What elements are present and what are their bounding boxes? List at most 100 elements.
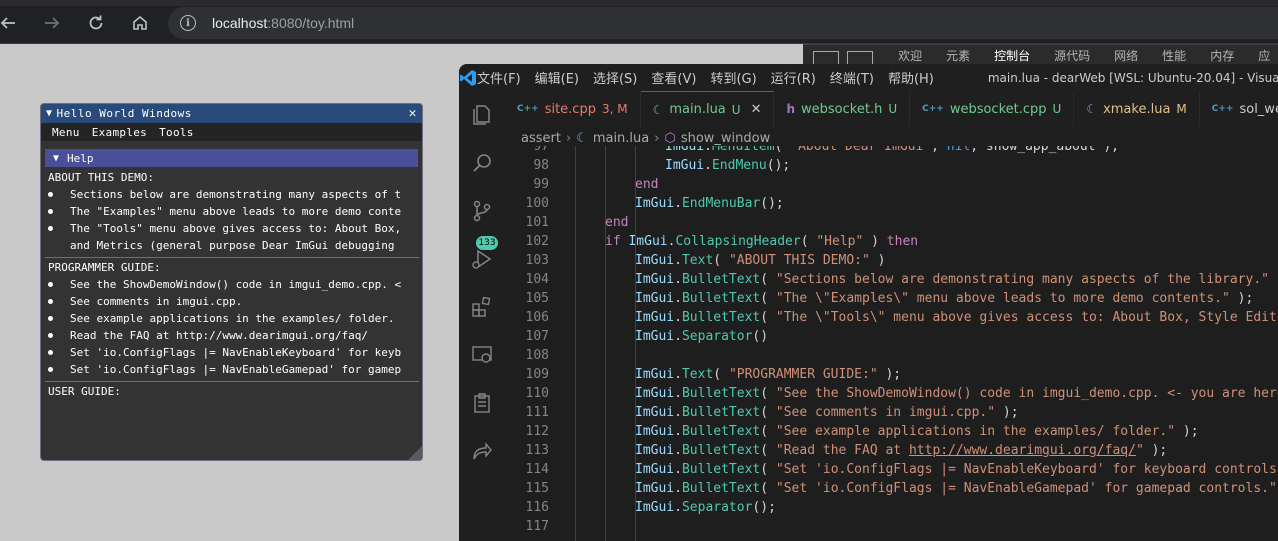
vscode-menu-item[interactable]: 运行(R) — [771, 72, 816, 87]
vscode-menu-item[interactable]: 终端(T) — [830, 72, 874, 87]
address-bar[interactable]: i localhost:8080/toy.html — [168, 7, 1278, 39]
editor-tab[interactable]: C++ sol_web — [1200, 91, 1278, 127]
vscode-menu-item[interactable]: 编辑(E) — [535, 72, 579, 87]
vscode-menu-item[interactable]: 文件(F) — [477, 72, 521, 87]
reload-button[interactable] — [82, 9, 110, 37]
editor-tab[interactable]: ☾ xmake.lua M — [1074, 91, 1200, 127]
close-icon[interactable]: ✕ — [409, 106, 417, 121]
code-token: . — [674, 443, 682, 458]
devtools-tab[interactable]: 性能 — [1150, 45, 1198, 64]
code-text: ImGui.EndMenu(); — [665, 156, 790, 175]
home-button[interactable] — [126, 9, 154, 37]
editor-tab[interactable]: h websocket.h U — [774, 91, 911, 127]
line-number: 115 — [525, 481, 549, 496]
code-token: ImGui — [635, 443, 675, 458]
source-control-icon[interactable] — [470, 199, 494, 223]
editor-tab[interactable]: C++ websocket.cpp U — [910, 91, 1075, 127]
imgui-bullet-item: Set 'io.ConfigFlags |= NavEnableKeyboard… — [48, 344, 418, 361]
breadcrumb-symbol[interactable]: show_window — [681, 131, 770, 146]
arrow-left-icon — [0, 17, 15, 29]
testing-icon[interactable] — [470, 391, 494, 415]
line-number: 111 — [525, 405, 549, 420]
code-token: end — [605, 215, 629, 230]
url-path: :8080/toy.html — [267, 15, 355, 31]
expand-triangle-icon: ▼ — [53, 152, 60, 164]
code-line: 107 ImGui.Separator() — [505, 327, 1278, 346]
code-token: "The \"Tools\" menu above gives access t… — [775, 310, 1278, 325]
imgui-bullet-item: The "Examples" menu above leads to more … — [48, 203, 418, 220]
imgui-window[interactable]: ▼ Hello World Windows ✕ Menu Examples Tool… — [40, 103, 423, 461]
code-token: if — [605, 234, 629, 249]
devtools-tab[interactable]: 元素 — [934, 45, 982, 64]
breadcrumb-file[interactable]: main.lua — [593, 131, 649, 146]
vscode-menu-item[interactable]: 转到(G) — [710, 72, 756, 87]
devtools-tab[interactable]: 网络 — [1102, 45, 1150, 64]
file-type-icon: C++ — [517, 104, 539, 114]
imgui-section-heading: USER GUIDE: — [48, 385, 121, 398]
imgui-bullet-text: See comments in imgui.cpp. — [70, 295, 243, 308]
code-token: ) — [869, 253, 886, 268]
vscode-menu-item[interactable]: 选择(S) — [593, 72, 637, 87]
code-token: . — [674, 329, 682, 344]
code-token: "Set 'io.ConfigFlags |= NavEnableGamepad… — [775, 481, 1277, 496]
info-icon[interactable]: i — [180, 15, 196, 31]
code-token: . — [674, 253, 682, 268]
code-token: ImGui — [635, 462, 675, 477]
resize-grip[interactable] — [408, 446, 422, 460]
collapse-triangle-icon[interactable]: ▼ — [46, 108, 53, 119]
search-icon[interactable] — [470, 151, 494, 175]
code-token: ( — [760, 386, 776, 401]
imgui-collapsing-header-help[interactable]: ▼ Help — [45, 149, 418, 167]
inspect-icon[interactable] — [813, 51, 839, 64]
extensions-icon[interactable] — [470, 295, 494, 319]
forward-button[interactable] — [38, 9, 66, 37]
run-debug-icon[interactable] — [470, 247, 494, 271]
line-number: 99 — [533, 177, 549, 192]
code-token: ImGui — [635, 329, 675, 344]
remote-explorer-icon[interactable] — [470, 343, 494, 367]
imgui-section-heading: PROGRAMMER GUIDE: — [48, 261, 161, 274]
tab-strip — [0, 0, 1278, 6]
code-token: ImGui — [635, 196, 675, 211]
imgui-menu-item[interactable]: Menu — [52, 126, 80, 139]
code-token: ) — [863, 234, 887, 249]
code-token: . — [674, 481, 682, 496]
code-token: ImGui — [635, 500, 675, 515]
code-editor[interactable]: 97 ImGui.MenuItem( "About Dear ImGui", ni… — [505, 146, 1278, 541]
code-token: . — [704, 158, 712, 173]
line-number: 108 — [525, 348, 549, 363]
imgui-title-bar[interactable]: ▼ Hello World Windows ✕ — [41, 104, 422, 123]
code-line: 103 ImGui.Text( "ABOUT THIS DEMO:" ) — [505, 251, 1278, 270]
code-token: ImGui — [665, 158, 705, 173]
code-token: http://www.dearimgui.org/faq/ — [908, 443, 1136, 458]
vscode-menu-item[interactable]: 查看(V) — [651, 72, 696, 87]
explorer-icon[interactable] — [470, 103, 494, 127]
tab-git-status: U — [888, 102, 898, 116]
devtools-tab[interactable]: 欢迎 — [886, 45, 934, 64]
code-line: 102 if ImGui.CollapsingHeader( "Help" ) t… — [505, 232, 1278, 251]
devtools-tab[interactable]: 源代码 — [1042, 45, 1102, 64]
line-number: 100 — [525, 196, 549, 211]
code-token: "ABOUT THIS DEMO:" — [728, 253, 870, 268]
editor-tab[interactable]: C++ site.cpp 3, M — [505, 91, 641, 127]
back-button[interactable] — [0, 9, 22, 37]
devtools-tab[interactable]: 应 — [1246, 45, 1278, 64]
code-token: . — [674, 272, 682, 287]
breadcrumb-folder[interactable]: assert — [521, 131, 561, 146]
devtools-tab[interactable]: 内存 — [1198, 45, 1246, 64]
imgui-menu-item[interactable]: Examples — [92, 126, 147, 139]
code-text: ImGui.Text( "PROGRAMMER GUIDE:" ); — [635, 365, 901, 384]
close-icon[interactable]: ✕ — [751, 102, 762, 117]
symbol-cube-icon: ⬡ — [664, 130, 676, 146]
editor-tab[interactable]: ☾ main.lua U ✕ — [640, 91, 775, 127]
vscode-menu-item[interactable]: 帮助(H) — [888, 72, 934, 87]
imgui-menu-item[interactable]: Tools — [159, 126, 194, 139]
vscode-window-title: main.lua - dearWeb [WSL: Ubuntu-20.04] -… — [987, 70, 1278, 85]
code-token: ( — [713, 253, 729, 268]
device-icon[interactable] — [847, 51, 873, 64]
devtools-tab[interactable]: 控制台 — [982, 45, 1042, 64]
share-icon[interactable] — [470, 439, 494, 463]
line-number: 98 — [533, 158, 549, 173]
code-token: ( — [800, 234, 817, 249]
code-token: then — [886, 234, 919, 249]
